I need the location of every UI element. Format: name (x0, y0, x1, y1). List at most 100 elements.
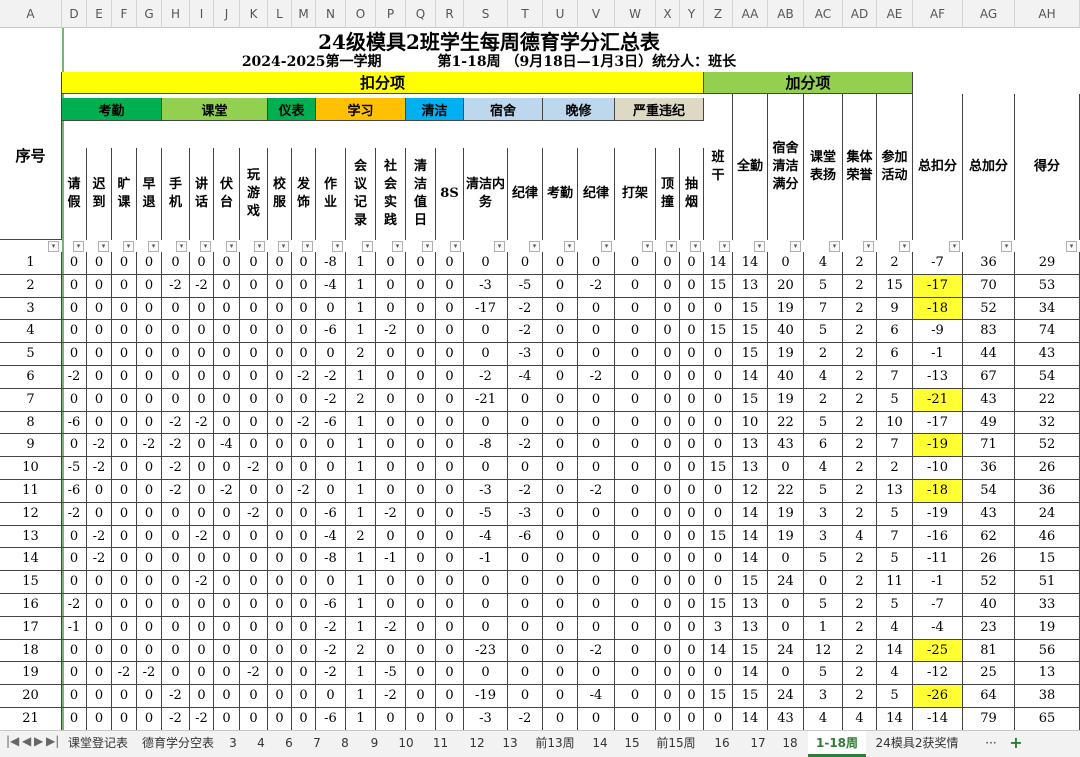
table-cell[interactable]: 2 (843, 548, 877, 572)
table-cell[interactable]: 0 (656, 525, 680, 549)
table-cell[interactable]: 22 (768, 480, 804, 503)
table-cell[interactable]: 0 (62, 708, 87, 731)
table-cell[interactable]: 0 (112, 434, 137, 458)
table-cell[interactable]: 0 (112, 571, 137, 594)
table-cell[interactable]: 0 (137, 502, 162, 526)
table-cell[interactable]: 0 (214, 343, 240, 366)
row-number-cell[interactable]: 15 (0, 571, 62, 594)
table-cell[interactable]: 0 (214, 548, 240, 572)
last-sheet-icon[interactable]: ▶| (46, 734, 59, 748)
table-cell[interactable]: 2 (843, 343, 877, 366)
table-cell[interactable]: 0 (240, 571, 268, 594)
table-cell[interactable]: 0 (292, 708, 316, 731)
table-cell[interactable]: 0 (62, 548, 87, 572)
table-cell[interactable]: 2 (877, 252, 913, 275)
table-cell[interactable]: -4 (508, 366, 543, 389)
table-cell[interactable]: 2 (877, 457, 913, 480)
table-cell[interactable]: 0 (543, 457, 578, 480)
table-cell[interactable]: 0 (62, 639, 87, 663)
table-cell[interactable]: 4 (843, 525, 877, 549)
row-number-cell[interactable]: 19 (0, 662, 62, 686)
table-cell[interactable]: 0 (292, 685, 316, 708)
table-cell[interactable]: 0 (680, 525, 704, 549)
table-cell[interactable]: 2 (843, 616, 877, 640)
table-cell[interactable]: 0 (214, 274, 240, 298)
table-cell[interactable]: 0 (112, 252, 137, 275)
table-cell[interactable]: 24 (768, 639, 804, 663)
table-cell[interactable]: 2 (843, 252, 877, 275)
table-cell[interactable]: 0 (292, 639, 316, 663)
table-cell[interactable]: -10 (913, 457, 963, 480)
table-cell[interactable]: 0 (615, 525, 656, 549)
table-cell[interactable]: 0 (376, 297, 406, 321)
table-cell[interactable]: -1 (913, 343, 963, 366)
table-cell[interactable]: -2 (190, 571, 214, 594)
table-cell[interactable]: 44 (963, 343, 1015, 366)
table-cell[interactable]: 0 (376, 457, 406, 480)
table-cell[interactable]: 0 (268, 708, 292, 731)
table-cell[interactable]: 0 (162, 662, 190, 686)
first-sheet-icon[interactable]: |◀ (6, 734, 19, 748)
table-cell[interactable]: 3 (704, 616, 733, 640)
table-cell[interactable]: 0 (268, 571, 292, 594)
table-cell[interactable]: 1 (804, 616, 843, 640)
table-cell[interactable]: 0 (615, 457, 656, 480)
table-cell[interactable]: 0 (615, 252, 656, 275)
table-cell[interactable]: 0 (376, 434, 406, 458)
row-number-cell[interactable]: 10 (0, 457, 62, 480)
table-cell[interactable]: -5 (376, 662, 406, 686)
table-cell[interactable]: 0 (137, 685, 162, 708)
table-cell[interactable]: 0 (240, 525, 268, 549)
filter-dropdown-icon[interactable]: ▾ (790, 241, 801, 252)
table-cell[interactable]: 1 (346, 594, 376, 617)
table-cell[interactable]: -18 (913, 480, 963, 503)
table-cell[interactable]: 70 (963, 274, 1015, 298)
table-cell[interactable]: 0 (292, 434, 316, 458)
table-cell[interactable]: 0 (578, 388, 615, 412)
table-cell[interactable]: 0 (406, 548, 436, 572)
column-letter-AB[interactable]: AB (768, 0, 804, 28)
table-cell[interactable]: -2 (162, 685, 190, 708)
table-cell[interactable]: -2 (578, 480, 615, 503)
table-cell[interactable]: 1 (346, 480, 376, 503)
table-cell[interactable]: 0 (62, 343, 87, 366)
table-cell[interactable]: 0 (543, 434, 578, 458)
table-cell[interactable]: 14 (704, 252, 733, 275)
table-cell[interactable]: 0 (376, 252, 406, 275)
table-cell[interactable]: 0 (578, 594, 615, 617)
table-cell[interactable]: 0 (62, 525, 87, 549)
filter-dropdown-icon[interactable]: ▾ (529, 241, 540, 252)
table-cell[interactable]: 0 (615, 571, 656, 594)
table-cell[interactable]: 7 (804, 297, 843, 321)
table-cell[interactable]: 15 (733, 639, 768, 663)
table-cell[interactable]: 0 (62, 252, 87, 275)
table-cell[interactable]: 0 (162, 320, 190, 344)
table-cell[interactable]: -4 (316, 525, 346, 549)
table-cell[interactable]: 2 (843, 662, 877, 686)
table-cell[interactable]: 0 (656, 480, 680, 503)
table-cell[interactable]: 5 (804, 411, 843, 435)
table-cell[interactable]: 0 (87, 343, 112, 366)
table-cell[interactable]: 0 (768, 252, 804, 275)
table-cell[interactable]: 2 (843, 388, 877, 412)
filter-dropdown-icon[interactable]: ▾ (719, 241, 730, 252)
table-cell[interactable]: 32 (1015, 411, 1080, 435)
table-cell[interactable]: 1 (346, 366, 376, 389)
table-cell[interactable]: 0 (162, 639, 190, 663)
table-cell[interactable]: -2 (190, 274, 214, 298)
table-cell[interactable]: -2 (316, 366, 346, 389)
table-cell[interactable]: 62 (963, 525, 1015, 549)
table-cell[interactable]: 0 (268, 434, 292, 458)
sheet-tab[interactable]: 18 (778, 731, 802, 757)
table-cell[interactable]: 0 (656, 343, 680, 366)
filter-dropdown-icon[interactable]: ▾ (666, 241, 677, 252)
table-cell[interactable]: 0 (137, 548, 162, 572)
table-cell[interactable]: 0 (87, 502, 112, 526)
sheet-tab[interactable]: 3 (222, 731, 244, 757)
table-cell[interactable]: 29 (1015, 252, 1080, 275)
table-cell[interactable]: 0 (436, 708, 464, 731)
table-cell[interactable]: 43 (768, 708, 804, 731)
table-cell[interactable]: 22 (1015, 388, 1080, 412)
table-cell[interactable]: 0 (656, 457, 680, 480)
table-cell[interactable]: 49 (963, 411, 1015, 435)
